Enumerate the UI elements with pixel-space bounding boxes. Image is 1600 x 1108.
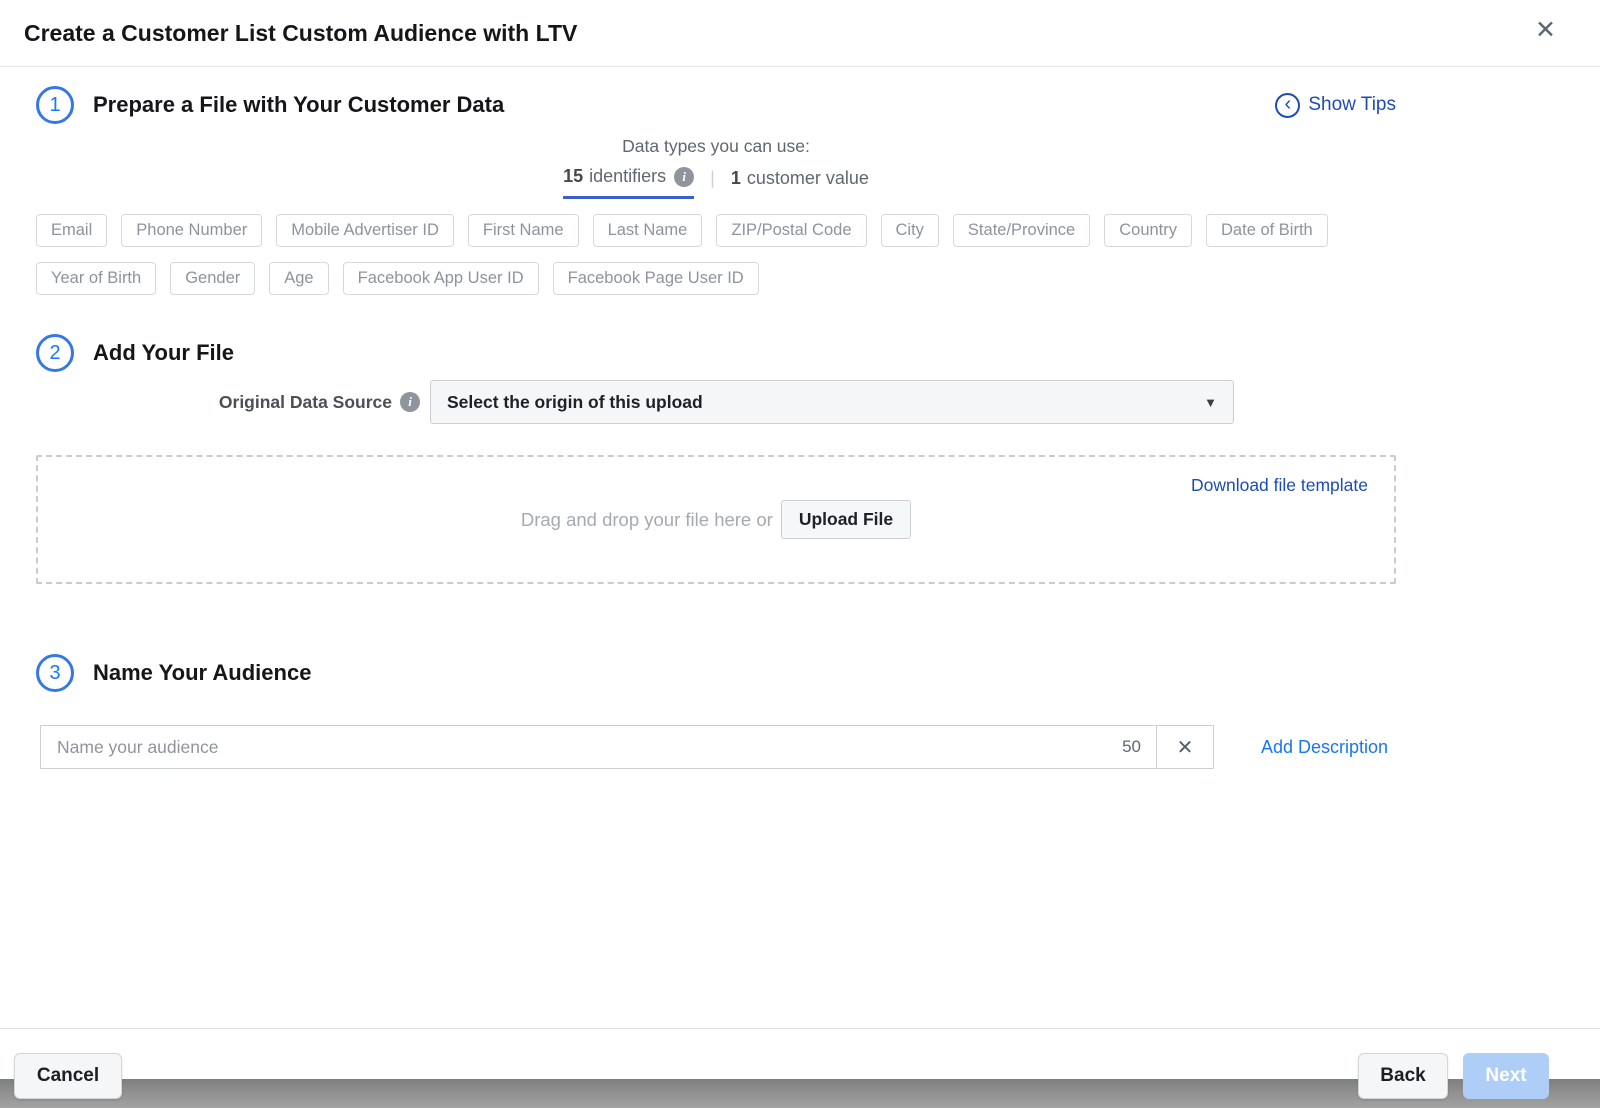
- step2-number-badge: 2: [36, 334, 74, 372]
- divider: |: [710, 167, 715, 188]
- original-data-source-label-wrap: Original Data Source i: [36, 392, 420, 413]
- chip-facebook-page-user-id: Facebook Page User ID: [552, 262, 759, 295]
- data-types-heading: Data types you can use:: [622, 136, 810, 156]
- chip-email: Email: [36, 214, 108, 247]
- audience-name-input[interactable]: [41, 736, 1123, 758]
- origin-select-dropdown[interactable]: Select the origin of this upload ▼: [430, 380, 1234, 424]
- clear-input-icon[interactable]: ✕: [1156, 725, 1214, 769]
- chip-age: Age: [269, 262, 329, 295]
- drop-zone-center: Drag and drop your file here or Upload F…: [38, 457, 1394, 582]
- original-data-source-row: Original Data Source i Select the origin…: [36, 380, 1396, 424]
- data-types-section: Data types you can use: 15 identifiers i…: [36, 136, 1396, 199]
- chip-date-of-birth: Date of Birth: [1206, 214, 1328, 247]
- identifiers-count: 15: [563, 166, 584, 186]
- original-data-source-label: Original Data Source: [218, 391, 392, 412]
- chip-state-province: State/Province: [952, 214, 1091, 247]
- customer-list-dialog: Create a Customer List Custom Audience w…: [0, 0, 1600, 1108]
- show-tips-link[interactable]: ‹ Show Tips: [1275, 92, 1396, 118]
- step3-header: 3 Name Your Audience: [36, 654, 1396, 692]
- close-icon[interactable]: ✕: [1535, 18, 1556, 43]
- chip-mobile-advertiser-id: Mobile Advertiser ID: [276, 214, 454, 247]
- identifiers-label: identifiers: [589, 166, 667, 186]
- step2-header: 2 Add Your File: [36, 334, 1396, 372]
- origin-select-value: Select the origin of this upload: [447, 391, 703, 412]
- chip-year-of-birth: Year of Birth: [36, 262, 157, 295]
- chip-country: Country: [1104, 214, 1193, 247]
- file-drop-zone[interactable]: Download file template Drag and drop you…: [36, 455, 1396, 584]
- chevron-down-icon: ▼: [1204, 394, 1217, 410]
- data-types-counts: 15 identifiers i | 1 customer value: [36, 166, 1396, 199]
- char-count: 50: [1122, 737, 1141, 756]
- dialog-content: 1 Prepare a File with Your Customer Data…: [36, 86, 1396, 769]
- customer-value-count: 1: [730, 167, 741, 188]
- chip-gender: Gender: [170, 262, 256, 295]
- next-button[interactable]: Next: [1463, 1053, 1549, 1099]
- show-tips-label: Show Tips: [1308, 94, 1396, 115]
- chevron-left-circle-icon: ‹: [1275, 92, 1301, 118]
- cancel-button[interactable]: Cancel: [14, 1053, 122, 1099]
- dialog-title: Create a Customer List Custom Audience w…: [24, 19, 578, 46]
- identifiers-tab[interactable]: 15 identifiers i: [563, 166, 695, 199]
- audience-name-row: 50 ✕ Add Description: [40, 725, 1396, 769]
- customer-value-label: customer value: [746, 167, 869, 188]
- step2-title: Add Your File: [93, 340, 234, 365]
- step1-number-badge: 1: [36, 86, 74, 124]
- audience-name-field: 50: [40, 725, 1157, 769]
- step1-header: 1 Prepare a File with Your Customer Data…: [36, 86, 1396, 124]
- step3-title: Name Your Audience: [93, 660, 312, 685]
- identifier-chip-list: Email Phone Number Mobile Advertiser ID …: [36, 214, 1396, 310]
- back-button[interactable]: Back: [1358, 1053, 1448, 1099]
- chip-last-name: Last Name: [592, 214, 703, 247]
- upload-file-button[interactable]: Upload File: [780, 500, 912, 539]
- step3-number-badge: 3: [36, 654, 74, 692]
- step1-title: Prepare a File with Your Customer Data: [93, 92, 505, 117]
- dialog-header: Create a Customer List Custom Audience w…: [0, 0, 1600, 67]
- add-description-link[interactable]: Add Description: [1261, 737, 1388, 758]
- chip-phone-number: Phone Number: [121, 214, 263, 247]
- info-icon[interactable]: i: [400, 392, 420, 412]
- drag-drop-text: Drag and drop your file here or: [520, 508, 773, 530]
- customer-value-tab: 1 customer value: [731, 168, 869, 198]
- dialog-footer: Cancel Back Next: [0, 1028, 1600, 1108]
- chip-city: City: [880, 214, 939, 247]
- chip-first-name: First Name: [467, 214, 579, 247]
- chip-zip-postal-code: ZIP/Postal Code: [716, 214, 867, 247]
- info-icon[interactable]: i: [674, 166, 695, 187]
- chip-facebook-app-user-id: Facebook App User ID: [342, 262, 539, 295]
